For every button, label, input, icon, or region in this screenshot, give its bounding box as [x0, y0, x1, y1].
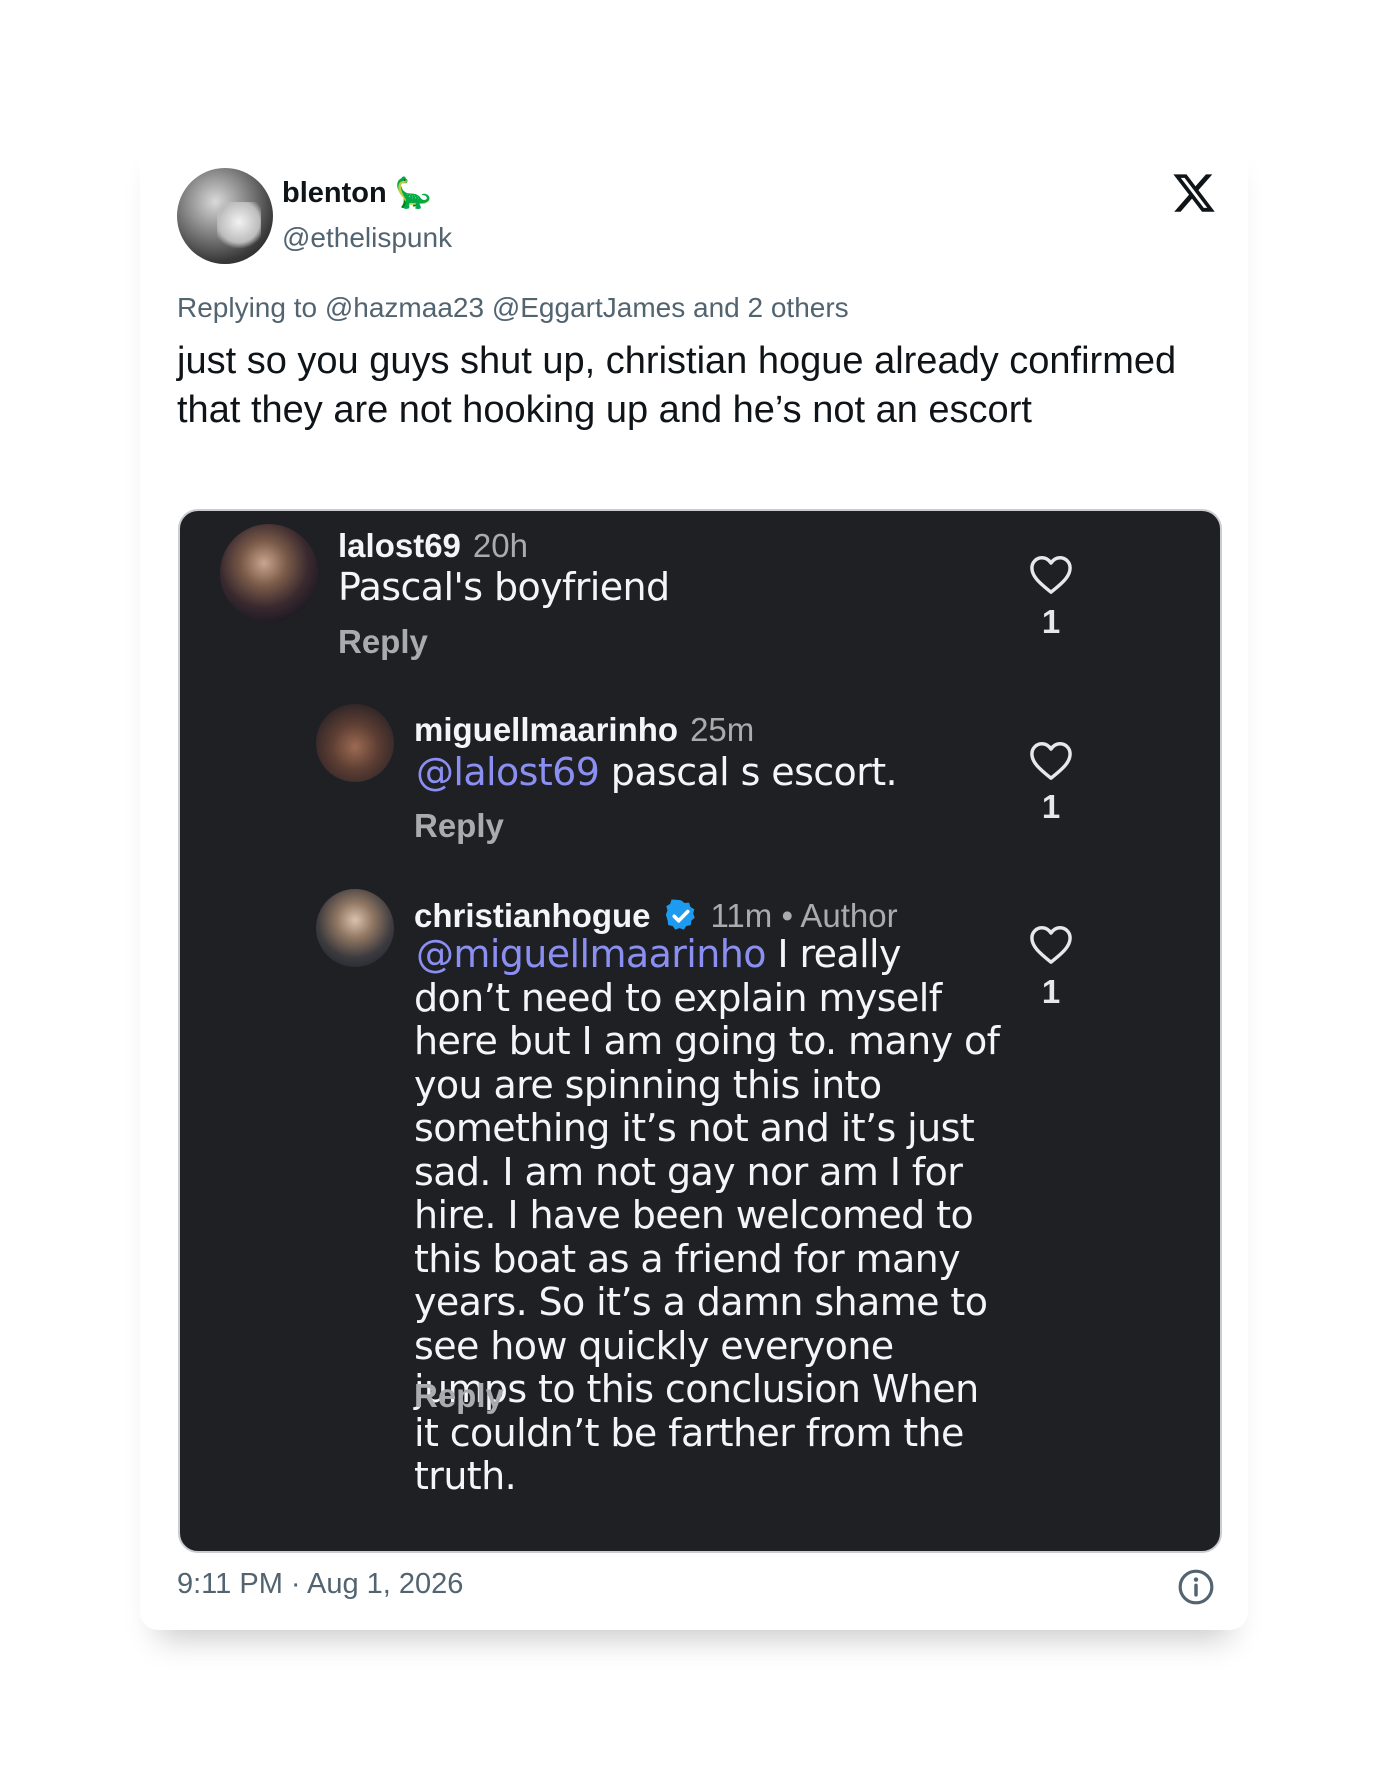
comment-header: miguellmaarinho 25m: [414, 711, 754, 749]
like-count: 1: [1041, 973, 1061, 1010]
comment-time: 20h: [472, 527, 528, 564]
commenter-avatar-lalost69[interactable]: [220, 524, 318, 622]
embedded-screenshot: lalost69 20h Pascal's boyfriend Reply 1 …: [178, 509, 1222, 1553]
comment-time: 11m • Author: [710, 897, 898, 934]
tweet-text: just so you guys shut up, christian hogu…: [177, 340, 1177, 431]
comment-text: @lalost69 pascal s escort.: [414, 750, 898, 794]
mention-link[interactable]: @miguellmaarinho: [414, 932, 766, 976]
author-handle[interactable]: @ethelispunk: [282, 222, 452, 254]
comment-text: Pascal's boyfriend: [338, 565, 670, 609]
tweet-timestamp[interactable]: 9:11 PM · Aug 1, 2026: [177, 1568, 463, 1601]
reply-button[interactable]: Reply: [414, 807, 504, 845]
author-avatar[interactable]: [177, 168, 273, 264]
display-name: blenton: [282, 177, 387, 209]
verified-badge-icon: [665, 899, 695, 930]
heart-icon[interactable]: [1028, 739, 1074, 781]
like-count: 1: [1041, 603, 1061, 640]
x-logo-icon[interactable]: [1170, 170, 1218, 216]
reply-button[interactable]: Reply: [414, 1377, 504, 1415]
heart-icon[interactable]: [1028, 553, 1074, 595]
comment-username[interactable]: miguellmaarinho: [414, 711, 678, 749]
comment-username[interactable]: christianhogue: [414, 897, 651, 935]
reply-button[interactable]: Reply: [338, 623, 428, 661]
replying-to: Replying to @hazmaa23 @EggartJames and 2…: [177, 292, 849, 323]
commenter-avatar-miguellmaarinho[interactable]: [316, 704, 394, 782]
comment-header: christianhogue 11m • Author: [414, 897, 898, 935]
info-icon[interactable]: [1177, 1568, 1215, 1606]
mention-link[interactable]: @lalost69: [414, 750, 600, 794]
heart-icon[interactable]: [1028, 923, 1074, 965]
author-name[interactable]: blenton 🦕: [282, 176, 432, 211]
like-count: 1: [1041, 788, 1061, 825]
comment-username[interactable]: lalost69: [338, 527, 461, 565]
comment-time: 25m: [690, 711, 755, 748]
dinosaur-emoji: 🦕: [394, 177, 433, 210]
comment-header: lalost69 20h: [338, 527, 528, 565]
commenter-avatar-christianhogue[interactable]: [316, 889, 394, 967]
